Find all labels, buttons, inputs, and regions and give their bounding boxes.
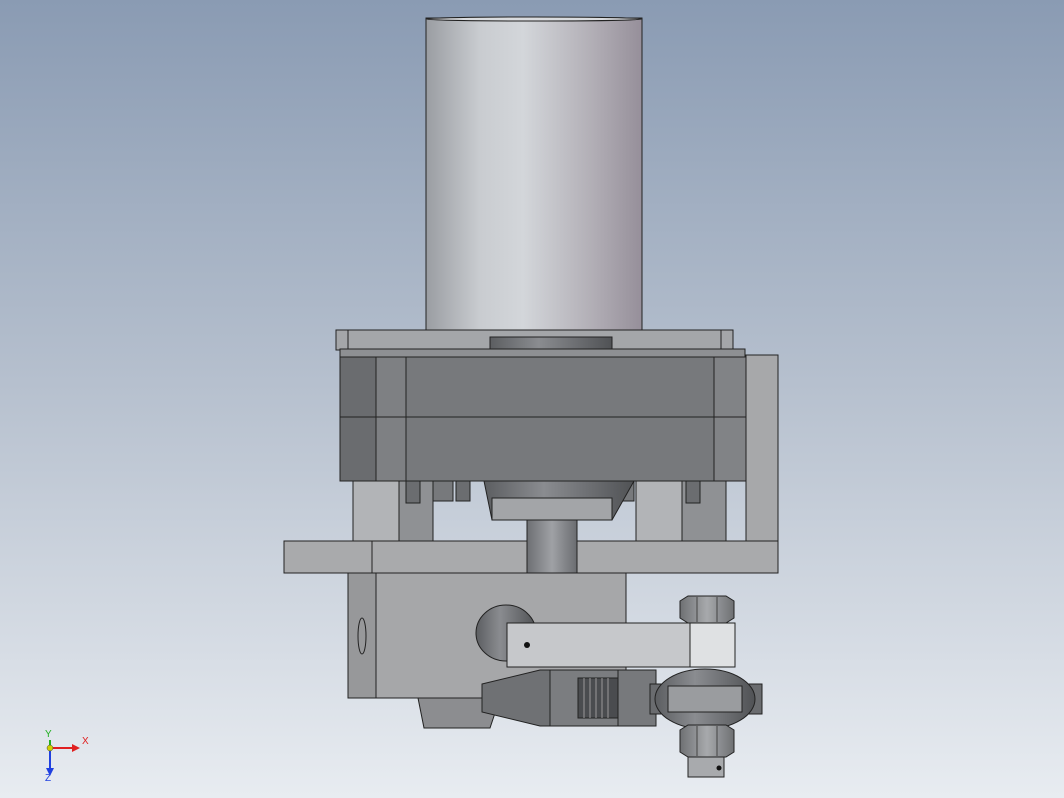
coordinate-triad xyxy=(46,740,80,776)
lever-arm xyxy=(506,622,736,668)
z-axis-label: Z xyxy=(45,773,52,784)
gearbox-housing xyxy=(339,356,749,482)
motor-cylinder xyxy=(425,16,643,333)
rod-end-assembly xyxy=(481,668,763,730)
output-boss xyxy=(483,480,635,521)
top-flange-plate xyxy=(335,329,746,358)
x-axis-label: X xyxy=(82,736,89,747)
y-axis-label: Y xyxy=(45,729,52,740)
top-hex-nut xyxy=(679,595,735,624)
cad-viewport[interactable]: X Y Z xyxy=(0,0,1064,798)
bottom-hex-nut xyxy=(679,724,735,778)
assembly-drawing xyxy=(46,16,779,778)
